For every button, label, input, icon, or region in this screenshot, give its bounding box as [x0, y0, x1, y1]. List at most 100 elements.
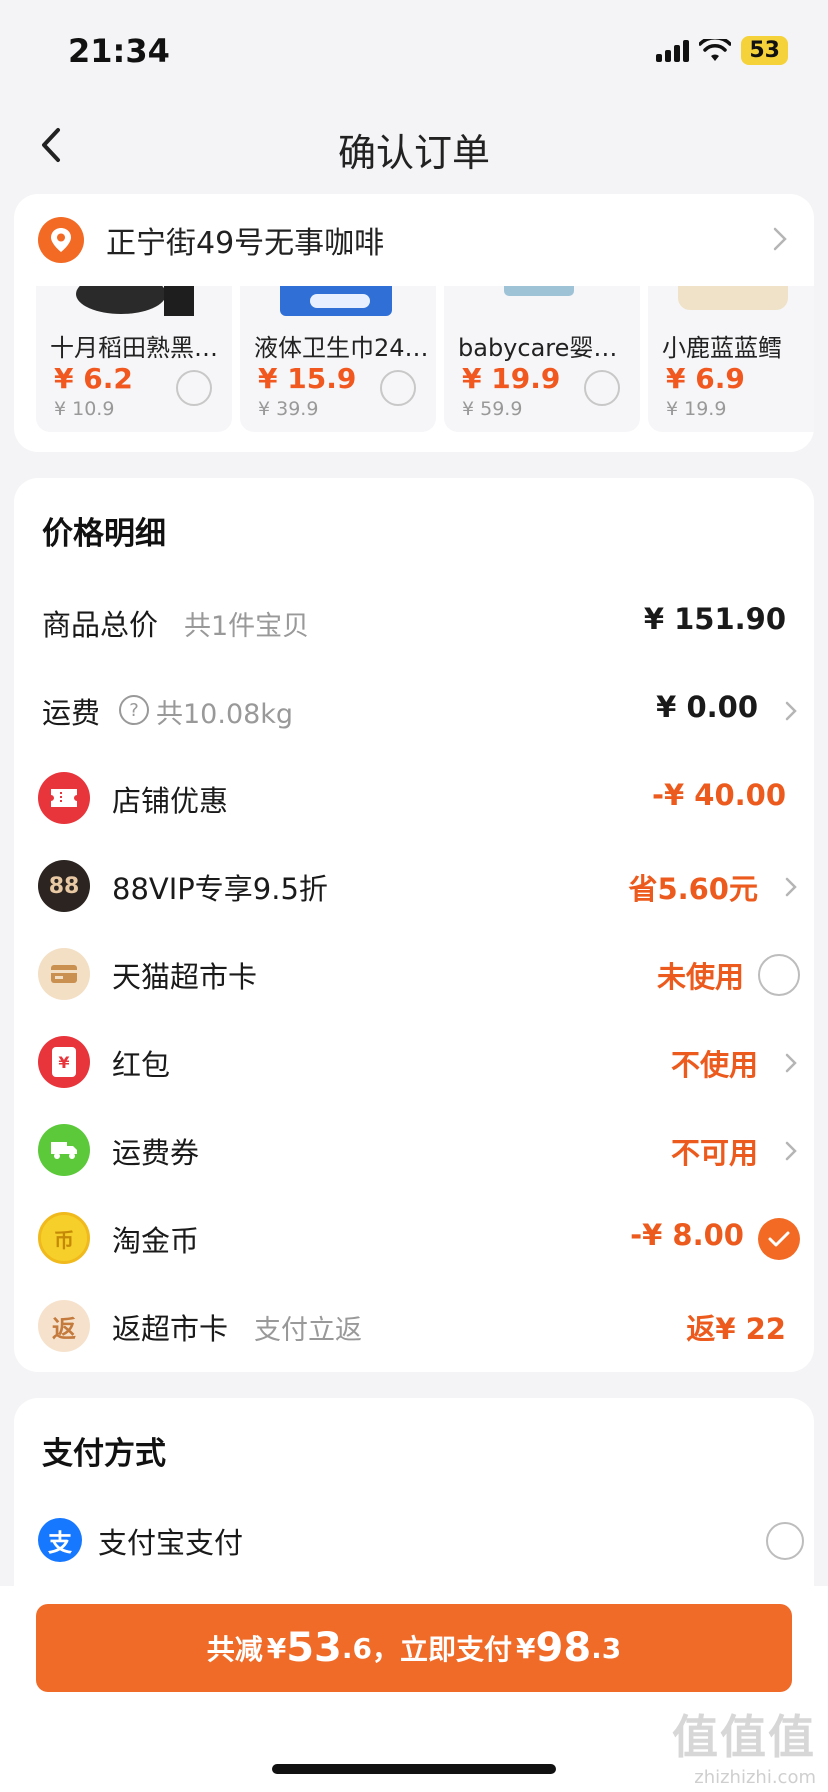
shop-discount-value: -¥ 40.00 [651, 778, 786, 812]
pay-now-button[interactable]: 共减 ¥ 53 .6 ，立即支付 ¥ 98 .3 [36, 1604, 792, 1692]
svg-text:?: ? [129, 700, 139, 721]
product-original-price: ¥ 10.9 [54, 398, 115, 420]
home-indicator [272, 1764, 556, 1774]
alipay-row[interactable]: 支 支付宝支付 [14, 1496, 814, 1584]
chevron-right-icon [773, 227, 787, 251]
alipay-radio[interactable] [766, 1522, 804, 1560]
help-question-icon[interactable]: ? [118, 694, 150, 726]
nav-bar: 确认订单 [0, 100, 828, 194]
alipay-icon: 支 [38, 1518, 82, 1562]
delivery-address[interactable]: 正宁街49号无事咖啡 [14, 194, 814, 286]
pay-button-mid: ，立即支付 [372, 1633, 513, 1666]
row-label: 运费 [42, 696, 101, 730]
product-image [36, 286, 232, 318]
product-image [240, 286, 436, 318]
status-time: 21:34 [68, 32, 170, 70]
row-label: 返超市卡 [112, 1312, 229, 1346]
taojin-coin-check[interactable] [758, 1218, 800, 1260]
product-price: ¥ 6.2 [54, 362, 133, 395]
cellular-signal-icon [656, 39, 690, 62]
shipping-row[interactable]: 运费 ? 共10.08kg ¥ 0.00 [14, 666, 814, 754]
price-detail-title: 价格明细 [42, 516, 166, 552]
payment-method-card: 支付方式 支 支付宝支付 [14, 1398, 814, 1618]
row-sub: 共10.08kg [156, 699, 294, 730]
product-original-price: ¥ 19.9 [666, 398, 727, 420]
watermark-logo: 值值值 [672, 1710, 816, 1764]
row-label: 红包 [112, 1048, 171, 1082]
row-label: 店铺优惠 [112, 784, 229, 818]
product-name: 液体卫生巾24… [254, 334, 429, 362]
tmall-card-row[interactable]: 天猫超市卡 未使用 [14, 930, 814, 1018]
shipping-coupon-row[interactable]: 运费券 不可用 [14, 1106, 814, 1194]
product-name: 十月稻田熟黑… [50, 334, 218, 362]
taojin-coin-row[interactable]: 币 淘金币 -¥ 8.00 [14, 1194, 814, 1282]
shipping-value: ¥ 0.00 [656, 690, 758, 724]
tmall-card-radio[interactable] [758, 954, 800, 996]
wifi-icon [699, 38, 732, 61]
product-card[interactable]: 十月稻田熟黑… ¥ 6.2 ¥ 10.9 [36, 286, 232, 432]
discount-decimal: .6 [341, 1631, 372, 1665]
row-label: 淘金币 [112, 1224, 200, 1258]
total-amount: 98 [535, 1625, 592, 1671]
red-packet-row[interactable]: ¥ 红包 不使用 [14, 1018, 814, 1106]
product-card[interactable]: 液体卫生巾24… ¥ 15.9 ¥ 39.9 [240, 286, 436, 432]
return-badge-icon: 返 [38, 1300, 90, 1352]
goods-total-row: 商品总价 共1件宝贝 ¥ 151.90 [14, 578, 814, 666]
product-select-radio[interactable] [176, 370, 212, 406]
page-title: 确认订单 [337, 131, 490, 175]
row-label: 88VIP专享9.5折 [112, 872, 328, 906]
chevron-right-icon [785, 1141, 797, 1161]
row-label: 支付宝支付 [98, 1526, 244, 1560]
product-select-radio[interactable] [380, 370, 416, 406]
product-card[interactable]: 小鹿蓝蓝鳕 ¥ 6.9 ¥ 19.9 [648, 286, 814, 432]
battery-indicator: 53 [741, 36, 788, 65]
vip-88-icon: 88 [38, 860, 90, 912]
product-card[interactable]: babycare婴… ¥ 19.9 ¥ 59.9 [444, 286, 640, 432]
chevron-right-icon [785, 1053, 797, 1073]
red-packet-icon: ¥ [38, 1036, 90, 1088]
row-label: 商品总价 [42, 608, 159, 642]
row-label: 运费券 [112, 1136, 200, 1170]
product-price: ¥ 15.9 [258, 362, 357, 395]
red-packet-symbol: ¥ [52, 1047, 76, 1077]
status-icons: 53 [656, 36, 788, 65]
total-decimal: .3 [591, 1631, 622, 1665]
row-label: 天猫超市卡 [112, 960, 258, 994]
taojin-coin-value: -¥ 8.00 [630, 1218, 744, 1252]
address-text: 正宁街49号无事咖啡 [106, 226, 385, 261]
card-icon [38, 948, 90, 1000]
pay-button-yen: ¥ [266, 1631, 287, 1665]
vip-discount-row[interactable]: 88 88VIP专享9.5折 省5.60元 [14, 842, 814, 930]
return-card-row: 返 返超市卡 支付立返 返¥ 22 [14, 1282, 814, 1370]
gold-coin-icon: 币 [38, 1212, 90, 1264]
row-sub: 支付立返 [254, 1315, 362, 1346]
product-select-radio[interactable] [584, 370, 620, 406]
watermark-url: zhizhizhi.com [694, 1767, 816, 1788]
delivery-truck-icon [38, 1124, 90, 1176]
shipping-coupon-value: 不可用 [670, 1136, 758, 1170]
product-original-price: ¥ 59.9 [462, 398, 523, 420]
product-carousel[interactable]: 十月稻田熟黑… ¥ 6.2 ¥ 10.9 液体卫生巾24… ¥ 15.9 ¥ 3… [14, 286, 814, 452]
product-name: 小鹿蓝蓝鳕 [662, 334, 782, 362]
status-bar: 21:34 53 [0, 0, 828, 100]
product-image [444, 286, 640, 318]
location-pin-icon [38, 217, 84, 263]
product-image [648, 286, 814, 318]
product-price: ¥ 19.9 [462, 362, 561, 395]
payment-method-title: 支付方式 [42, 1436, 166, 1472]
pay-button-yen: ¥ [516, 1631, 536, 1665]
goods-total-value: ¥ 151.90 [643, 602, 786, 636]
shop-discount-row: 店铺优惠 -¥ 40.00 [14, 754, 814, 842]
vip-discount-value: 省5.60元 [628, 872, 758, 906]
return-card-value: 返¥ 22 [686, 1312, 786, 1346]
chevron-right-icon [785, 877, 797, 897]
watermark: 值值值 zhizhizhi.com [672, 1701, 816, 1788]
chevron-right-icon [785, 701, 797, 721]
price-detail-card: 价格明细 商品总价 共1件宝贝 ¥ 151.90 运费 ? 共10.08kg ¥… [14, 478, 814, 1372]
tmall-card-value: 未使用 [656, 960, 744, 994]
product-original-price: ¥ 39.9 [258, 398, 319, 420]
discount-amount: 53 [286, 1625, 342, 1671]
product-price: ¥ 6.9 [666, 362, 745, 395]
red-packet-value: 不使用 [670, 1048, 758, 1082]
coupon-ticket-icon [38, 772, 90, 824]
